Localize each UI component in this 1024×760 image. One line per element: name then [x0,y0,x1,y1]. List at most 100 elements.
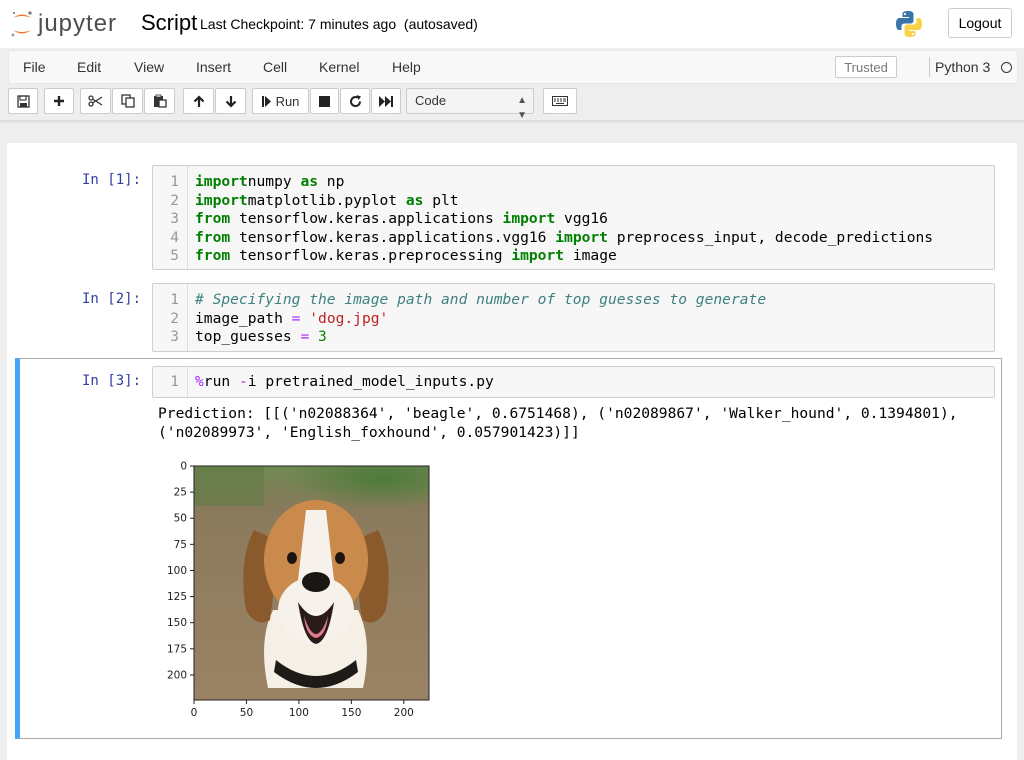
plus-icon [54,96,64,106]
output-line: Prediction: [[('n02088364', 'beagle', 0.… [158,405,958,422]
code-line: from tensorflow.keras.applications.vgg16… [195,229,933,247]
logout-button[interactable]: Logout [948,8,1012,38]
save-icon [16,94,30,108]
code-editor[interactable]: 123 # Specifying the image path and numb… [152,283,995,352]
code-token: = [300,328,310,345]
code-token: from [195,228,231,246]
notebook-title[interactable]: Script [141,10,197,36]
code-token: import [502,210,556,227]
y-tick-label: 125 [167,591,187,603]
jupyter-logo[interactable]: jupyter [10,8,117,40]
line-number: 5 [170,247,179,264]
y-tick-label: 75 [174,539,187,551]
kernel-name: Python 3 [935,59,991,75]
code-token: image_path [195,309,292,327]
code-token: import [195,191,248,209]
paste-button[interactable] [144,88,175,114]
menu-file[interactable]: File [23,59,46,75]
cell-type-select[interactable]: Code ▲ ▼ [406,88,534,121]
code-token: matplotlib.pyplot [247,191,406,209]
code-token: 'dog.jpg' [309,309,389,327]
code-line: image_path = 'dog.jpg' [195,310,388,328]
y-tick-label: 50 [174,513,187,525]
autosave-text: (autosaved) [403,16,478,32]
x-tick-label: 200 [394,707,414,719]
cut-icon [88,95,103,107]
command-palette-button[interactable] [543,88,577,114]
menu-insert[interactable]: Insert [196,59,231,75]
code-token: plt [423,191,459,209]
checkpoint-text: Last Checkpoint: 7 minutes ago [200,16,397,32]
y-tick-label: 0 [180,461,187,473]
code-token: np [318,173,345,190]
code-line: importnumpy as np [195,173,344,191]
jupyter-logo-icon [11,11,32,37]
line-number: 1 [170,373,179,390]
input-prompt: In [3]: [82,373,142,389]
menu-help[interactable]: Help [392,59,421,75]
code-token: vgg16 [555,210,608,227]
code-token: tensorflow.keras.applications.vgg16 [230,228,556,246]
select-caret-icon: ▲ ▼ [517,95,527,121]
code-token: % [195,373,204,390]
menu-view[interactable]: View [134,59,164,75]
menu-kernel[interactable]: Kernel [319,59,359,75]
line-number: 1 [170,173,179,190]
code-editor[interactable]: 12345 importnumpy as np importmatplotlib.… [152,165,995,270]
x-tick-label: 50 [240,707,253,719]
run-all-button[interactable] [371,88,401,114]
save-button[interactable] [8,88,38,114]
kernel-idle-indicator [1001,62,1012,73]
code-token: tensorflow.keras.preprocessing [230,247,512,264]
keyboard-icon [552,96,568,106]
code-line: importmatplotlib.pyplot as plt [195,192,459,210]
move-up-button[interactable] [183,88,214,114]
cut-button[interactable] [80,88,111,114]
arrow-up-icon [193,94,204,107]
code-token: # Specifying the image path and number o… [195,291,767,308]
input-prompt: In [2]: [82,291,142,307]
arrow-down-icon [225,95,236,108]
code-token: as [405,191,424,209]
divider [929,57,930,77]
x-tick-label: 0 [191,707,198,719]
code-token: image [564,247,617,264]
code-line: top_guesses = 3 [195,328,327,346]
code-token: i pretrained_model_inputs.py [247,373,494,390]
code-token: import [555,228,608,246]
code-token: as [300,173,319,190]
y-tick-label: 175 [167,643,187,655]
code-token: run [203,373,239,390]
run-label: Run [275,93,300,109]
menu-edit[interactable]: Edit [77,59,101,75]
trusted-badge[interactable]: Trusted [835,56,897,78]
stop-icon [319,95,330,107]
toolbar: Run Code ▲ ▼ [0,88,1024,121]
code-line: from tensorflow.keras.preprocessing impo… [195,247,617,265]
move-down-button[interactable] [215,88,246,114]
code-token: preprocess_input, decode_predictions [607,228,934,246]
code-token: from [195,210,231,227]
output-line: ('n02089973', 'English_foxhound', 0.0579… [158,424,580,441]
run-button[interactable]: Run [252,88,309,114]
code-token: numpy [247,173,301,190]
interrupt-button[interactable] [310,88,339,114]
restart-button[interactable] [340,88,370,114]
insert-cell-button[interactable] [44,88,74,114]
menubar: File Edit View Insert Cell Kernel Help T… [8,50,1018,84]
code-token: - [238,373,248,390]
beagle-photo-icon [194,466,429,700]
code-editor[interactable]: 1 %run -i pretrained_model_inputs.py [152,366,995,398]
y-tick-label: 25 [174,487,187,499]
line-number: 3 [170,210,179,227]
run-icon [261,95,271,107]
code-token: from [195,247,231,264]
python-logo-icon [894,9,924,44]
line-number: 1 [170,291,179,308]
code-token: top_guesses [195,328,301,345]
copy-button[interactable] [112,88,143,114]
checkpoint-status: Last Checkpoint: 7 minutes ago (autosave… [200,16,478,32]
menu-cell[interactable]: Cell [263,59,287,75]
code-line: from tensorflow.keras.applications impor… [195,210,608,228]
x-axis: 0 50 100 150 200 [191,700,414,719]
